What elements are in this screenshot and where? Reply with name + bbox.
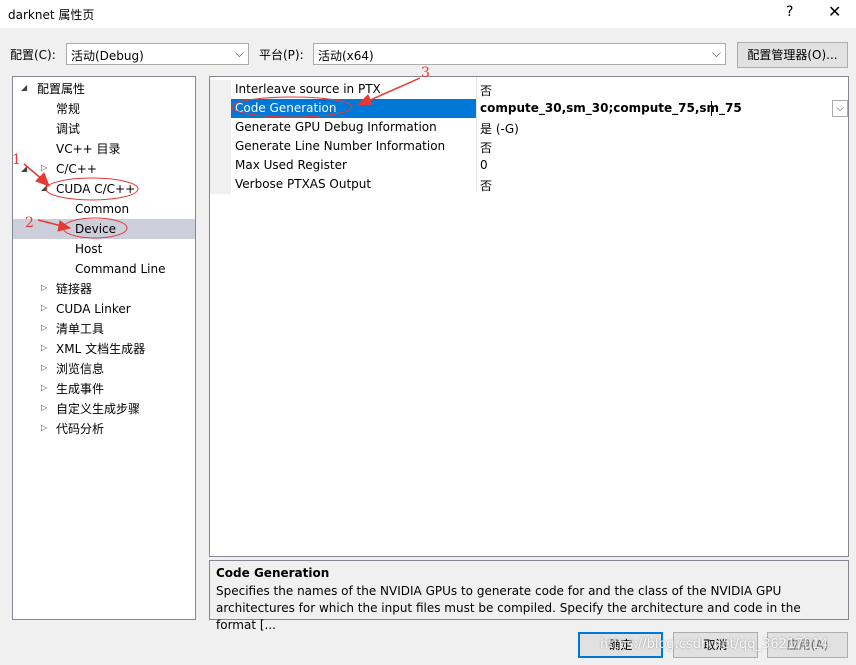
tree-item-vcpp-directories[interactable]: VC++ 目录 — [56, 139, 121, 159]
property-name: Code Generation — [235, 101, 337, 115]
property-row[interactable]: Max Used Register 0 — [210, 156, 848, 175]
description-panel: Code Generation Specifies the names of t… — [209, 560, 849, 632]
tree-item-device-row[interactable]: Device — [13, 219, 195, 239]
property-grid: Interleave source in PTX 否 Code Generati… — [209, 76, 849, 557]
tree-item-common[interactable]: Common — [75, 199, 129, 219]
chevron-down-icon: ⌵ — [234, 46, 244, 60]
tree-item-manifest-tool[interactable]: 清单工具 — [56, 319, 104, 339]
title-bar: darknet 属性页 ? ✕ — [0, 0, 856, 28]
property-tree: ◢ 配置属性 常规 调试 VC++ 目录 C/C++ CUDA C/C++ Co… — [12, 76, 196, 620]
expand-arrow-icon[interactable]: ▷ — [41, 303, 47, 312]
row-gutter — [210, 175, 231, 194]
tree-item-linker[interactable]: 链接器 — [56, 279, 92, 299]
expand-arrow-icon[interactable]: ▷ — [41, 363, 47, 372]
window-title: darknet 属性页 — [8, 8, 95, 22]
property-value: 0 — [480, 158, 488, 172]
code-generation-input[interactable]: compute_30,sm_30;compute_75,sm_75 — [480, 101, 742, 115]
tree-item-device: Device — [75, 222, 117, 236]
property-name: Interleave source in PTX — [235, 82, 381, 96]
expand-arrow-icon[interactable]: ▷ — [41, 323, 47, 332]
watermark: https://blog.csdn.net/qq_36217014 — [600, 637, 829, 652]
property-row[interactable]: Interleave source in PTX 否 — [210, 80, 848, 99]
configuration-value: 活动(Debug) — [71, 49, 144, 63]
row-gutter — [210, 156, 231, 175]
property-value: 是 (-G) — [480, 122, 519, 136]
tree-item-debugging[interactable]: 调试 — [56, 119, 80, 139]
tree-item-code-analysis[interactable]: 代码分析 — [56, 419, 104, 439]
expand-arrow-icon[interactable]: ▷ — [41, 423, 47, 432]
platform-value: 活动(x64) — [318, 49, 374, 63]
tree-item-cuda-cpp[interactable]: CUDA C/C++ — [56, 179, 135, 199]
tree-item-host[interactable]: Host — [75, 239, 102, 259]
property-row[interactable]: Generate GPU Debug Information 是 (-G) — [210, 118, 848, 137]
tree-item-custom-build-step[interactable]: 自定义生成步骤 — [56, 399, 140, 419]
property-name: Verbose PTXAS Output — [235, 177, 372, 191]
property-row-selected[interactable]: Code Generation compute_30,sm_30;compute… — [210, 99, 848, 118]
help-button[interactable]: ? — [786, 4, 793, 20]
configuration-label: 配置(C): — [10, 48, 56, 62]
tree-item-config-properties[interactable]: 配置属性 — [37, 79, 85, 99]
property-name: Max Used Register — [235, 158, 347, 172]
row-gutter — [210, 137, 231, 156]
row-gutter — [210, 118, 231, 137]
expanded-arrow-icon[interactable]: ◢ — [21, 164, 27, 173]
tree-item-command-line[interactable]: Command Line — [75, 259, 166, 279]
property-name: Generate GPU Debug Information — [235, 120, 437, 134]
expand-arrow-icon[interactable]: ▷ — [41, 283, 47, 292]
description-title: Code Generation — [216, 566, 330, 580]
property-row[interactable]: Generate Line Number Information 否 — [210, 137, 848, 156]
collapse-arrow-icon[interactable]: ◢ — [21, 83, 27, 92]
close-button[interactable]: ✕ — [828, 2, 841, 21]
configuration-manager-button[interactable]: 配置管理器(O)... — [737, 42, 848, 68]
expand-arrow-icon[interactable]: ▷ — [41, 403, 47, 412]
tree-item-browse-information[interactable]: 浏览信息 — [56, 359, 104, 379]
platform-select[interactable]: 活动(x64) ⌵ — [313, 43, 726, 65]
property-value: 否 — [480, 84, 493, 98]
property-row[interactable]: Verbose PTXAS Output 否 — [210, 175, 848, 194]
expand-arrow-icon[interactable]: ▷ — [41, 343, 47, 352]
tree-item-general[interactable]: 常规 — [56, 99, 80, 119]
property-name: Generate Line Number Information — [235, 139, 446, 153]
configuration-select[interactable]: 活动(Debug) ⌵ — [66, 43, 249, 65]
text-caret — [711, 101, 712, 116]
tree-item-cpp[interactable]: C/C++ — [56, 159, 97, 179]
tree-item-build-events[interactable]: 生成事件 — [56, 379, 104, 399]
tree-item-xml-doc-generator[interactable]: XML 文档生成器 — [56, 339, 145, 359]
property-value: 否 — [480, 179, 493, 193]
expand-arrow-icon[interactable]: ▷ — [41, 383, 47, 392]
collapse-arrow-icon[interactable]: ◢ — [41, 183, 47, 192]
tree-item-cuda-linker[interactable]: CUDA Linker — [56, 299, 131, 319]
expand-arrow-icon[interactable]: ▷ — [41, 163, 47, 172]
property-value: 否 — [480, 141, 493, 155]
row-gutter — [210, 80, 231, 99]
chevron-down-icon: ⌵ — [711, 46, 721, 60]
chevron-down-icon[interactable]: ⌵ — [832, 100, 848, 117]
row-gutter — [210, 99, 231, 118]
platform-label: 平台(P): — [259, 48, 304, 62]
description-text: Specifies the names of the NVIDIA GPUs t… — [216, 584, 801, 632]
